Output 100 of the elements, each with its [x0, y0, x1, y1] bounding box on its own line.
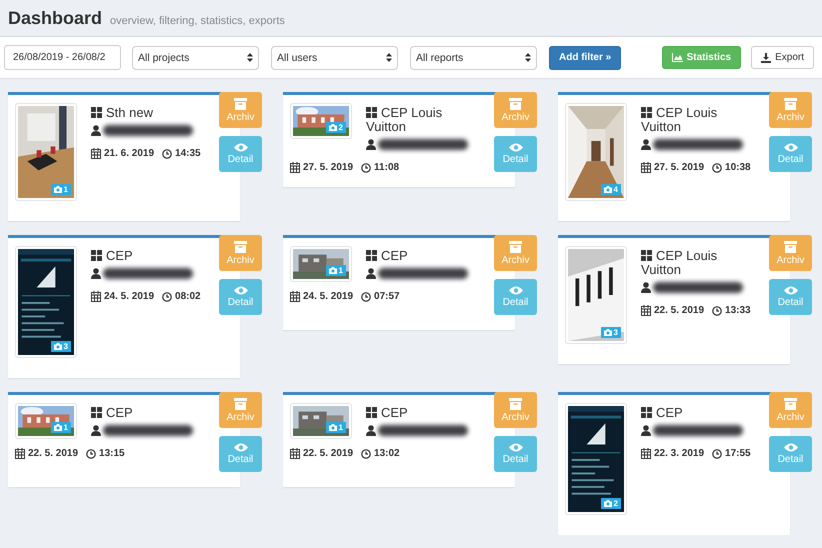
report-time: 13:33 — [725, 305, 751, 316]
calendar-icon — [290, 291, 300, 302]
detail-button[interactable]: Detail — [219, 279, 262, 315]
area-chart-icon — [672, 53, 683, 62]
photo-count-badge: 4 — [600, 184, 621, 195]
report-date: 22. 5. 2019 — [28, 448, 78, 459]
report-date: 27. 5. 2019 — [654, 162, 704, 173]
page-subtitle: overview, filtering, statistics, exports — [110, 15, 285, 27]
page-title: Dashboard — [8, 8, 102, 29]
report-title: CEP Louis Vuitton — [366, 106, 444, 134]
photo-count-badge: 2 — [600, 498, 621, 509]
export-button[interactable]: Export — [751, 46, 814, 69]
camera-icon — [328, 424, 337, 431]
archive-button[interactable]: Archiv — [494, 392, 537, 428]
report-time: 08:02 — [175, 291, 201, 302]
report-thumbnail[interactable]: 1 — [15, 403, 77, 439]
report-time: 13:15 — [99, 448, 125, 459]
photo-count-badge: 1 — [50, 184, 71, 195]
report-time: 10:38 — [725, 162, 751, 173]
report-title: CEP Louis Vuitton — [641, 106, 718, 134]
calendar-icon — [641, 448, 651, 459]
report-title: CEP — [366, 249, 474, 263]
archive-box-icon — [784, 98, 797, 110]
download-icon — [761, 52, 772, 62]
archive-button[interactable]: Archiv — [769, 392, 812, 428]
archive-box-icon — [509, 398, 522, 410]
camera-icon — [604, 186, 612, 193]
archive-button[interactable]: Archiv — [769, 235, 812, 271]
eye-icon — [234, 443, 248, 452]
detail-button[interactable]: Detail — [769, 436, 812, 472]
grid-icon — [91, 107, 102, 118]
detail-button[interactable]: Detail — [219, 436, 262, 472]
archive-button[interactable]: Archiv — [219, 235, 262, 271]
detail-button[interactable]: Detail — [769, 279, 812, 315]
grid-icon — [641, 107, 652, 118]
report-thumbnail[interactable]: 1 — [290, 403, 352, 439]
select-arrows-icon — [386, 53, 392, 62]
select-arrows-icon — [525, 53, 531, 62]
report-date: 22. 3. 2019 — [654, 448, 704, 459]
clock-icon — [162, 148, 172, 158]
camera-icon — [604, 500, 612, 507]
report-thumbnail[interactable]: 2 — [290, 103, 352, 139]
clock-icon — [361, 292, 372, 302]
date-range-field[interactable]: 26/08/2019 - 26/08/2 — [4, 45, 121, 70]
calendar-icon — [15, 448, 25, 459]
grid-icon — [641, 250, 652, 261]
photo-count-badge: 3 — [50, 341, 71, 352]
report-time: 11:08 — [374, 162, 400, 173]
user-icon — [366, 138, 376, 150]
report-thumbnail[interactable]: 1 — [290, 246, 352, 282]
user-icon — [641, 138, 651, 150]
user-icon — [91, 424, 101, 436]
eye-icon — [784, 143, 798, 152]
report-thumbnail[interactable]: 3 — [565, 246, 627, 344]
report-thumbnail[interactable]: 3 — [15, 246, 77, 358]
calendar-icon — [641, 305, 651, 316]
camera-icon — [54, 343, 62, 350]
user-icon — [91, 268, 101, 278]
detail-button[interactable]: Detail — [769, 136, 812, 172]
detail-button[interactable]: Detail — [494, 279, 537, 315]
statistics-button[interactable]: Statistics — [662, 46, 742, 69]
filter-select[interactable]: All reports — [410, 46, 537, 70]
report-date: 27. 5. 2019 — [303, 162, 354, 173]
user-icon — [641, 424, 651, 436]
filter-select[interactable]: All users — [271, 46, 398, 70]
report-date: 24. 5. 2019 — [303, 291, 354, 302]
detail-button[interactable]: Detail — [494, 136, 537, 172]
user-icon — [91, 124, 101, 136]
clock-icon — [712, 306, 722, 316]
detail-button[interactable]: Detail — [494, 436, 537, 472]
clock-icon — [361, 162, 372, 172]
photo-count-badge: 1 — [326, 422, 346, 433]
photo-count-badge: 1 — [326, 265, 346, 276]
calendar-icon — [641, 162, 651, 173]
user-icon — [366, 424, 376, 436]
camera-icon — [54, 186, 62, 193]
eye-icon — [234, 143, 248, 152]
camera-icon — [328, 267, 337, 274]
filter-select[interactable]: All projects — [132, 46, 259, 70]
report-thumbnail[interactable]: 1 — [15, 103, 77, 201]
add-filter-button[interactable]: Add filter » — [549, 46, 622, 70]
archive-button[interactable]: Archiv — [494, 92, 537, 128]
archive-button[interactable]: Archiv — [219, 392, 262, 428]
archive-box-icon — [509, 98, 522, 110]
report-date: 21. 6. 2019 — [104, 148, 154, 159]
grid-icon — [91, 250, 102, 261]
detail-button[interactable]: Detail — [219, 136, 262, 172]
archive-button[interactable]: Archiv — [494, 235, 537, 271]
camera-icon — [604, 329, 612, 336]
report-thumbnail[interactable]: 4 — [565, 103, 627, 201]
archive-button[interactable]: Archiv — [219, 92, 262, 128]
archive-box-icon — [784, 398, 797, 410]
clock-icon — [712, 162, 722, 172]
eye-icon — [234, 286, 248, 295]
report-date: 22. 5. 2019 — [303, 448, 354, 459]
archive-button[interactable]: Archiv — [769, 92, 812, 128]
calendar-icon — [91, 148, 101, 159]
clock-icon — [86, 448, 96, 458]
report-thumbnail[interactable]: 2 — [565, 403, 627, 515]
eye-icon — [508, 286, 522, 295]
